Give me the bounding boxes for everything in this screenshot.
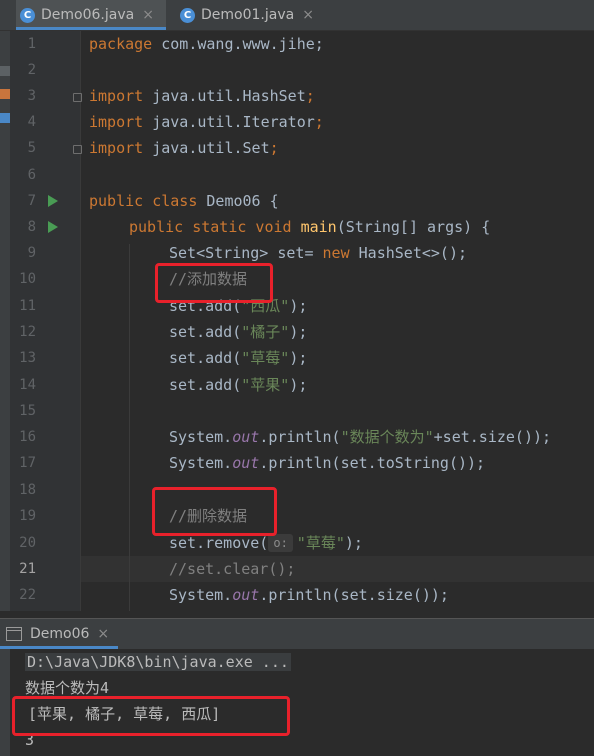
line-number: 10 bbox=[19, 271, 36, 287]
line-number: 12 bbox=[19, 324, 36, 340]
line-number: 16 bbox=[19, 429, 36, 445]
line-number: 9 bbox=[27, 245, 36, 261]
run-panel-header: Demo06 × bbox=[0, 618, 594, 649]
code-line-13: set.add("草莓"); bbox=[169, 349, 308, 367]
line-number: 8 bbox=[27, 219, 36, 235]
line-number: 3 bbox=[27, 88, 36, 104]
tab-demo01[interactable]: C Demo01.java × bbox=[176, 0, 326, 30]
line-number: 22 bbox=[19, 587, 36, 603]
line-number: 17 bbox=[19, 455, 36, 471]
close-icon[interactable]: × bbox=[97, 626, 109, 642]
code-line-16: System.out.println("数据个数为"+set.size()); bbox=[169, 428, 552, 446]
code-line-17: System.out.println(set.toString()); bbox=[169, 454, 486, 472]
line-number: 5 bbox=[27, 140, 36, 156]
line-number: 1 bbox=[27, 36, 36, 52]
console-line-command: D:\Java\JDK8\bin\java.exe ... bbox=[25, 653, 291, 671]
tab-label: Demo06.java bbox=[41, 7, 135, 23]
code-line-14: set.add("苹果"); bbox=[169, 376, 308, 394]
run-tab-demo06[interactable]: Demo06 × bbox=[0, 619, 109, 649]
line-number: 7 bbox=[27, 193, 36, 209]
code-line-22: System.out.println(set.size()); bbox=[169, 586, 449, 604]
code-line-1: package com.wang.www.jihe; bbox=[89, 35, 324, 53]
run-icon[interactable] bbox=[48, 195, 58, 207]
fold-icon[interactable] bbox=[73, 93, 82, 102]
line-number: 15 bbox=[19, 403, 36, 419]
console-toolbar bbox=[0, 649, 10, 756]
code-line-21-comment: //set.clear(); bbox=[169, 560, 296, 578]
code-line-8: public static void main(String[] args) { bbox=[129, 218, 491, 236]
java-class-icon: C bbox=[20, 7, 35, 23]
code-line-5: import java.util.Set; bbox=[89, 139, 279, 157]
line-number-current: 21 bbox=[19, 561, 36, 577]
folder-icon bbox=[0, 66, 10, 76]
line-number: 2 bbox=[27, 62, 36, 78]
close-icon[interactable]: × bbox=[142, 7, 154, 23]
active-tab-indicator bbox=[16, 27, 166, 30]
code-line-7: public class Demo06 { bbox=[89, 192, 279, 210]
file-icon bbox=[0, 89, 10, 99]
code-line-4: import java.util.Iterator; bbox=[89, 113, 324, 131]
run-tab-label: Demo06 bbox=[30, 626, 90, 642]
editor-tab-bar: C Demo06.java × C Demo01.java × bbox=[0, 0, 594, 31]
project-panel-edge[interactable] bbox=[0, 31, 10, 611]
fold-icon[interactable] bbox=[73, 145, 82, 154]
line-number: 18 bbox=[19, 482, 36, 498]
close-icon[interactable]: × bbox=[302, 7, 314, 23]
line-number: 13 bbox=[19, 350, 36, 366]
code-line-3: import java.util.HashSet; bbox=[89, 87, 315, 105]
line-number: 19 bbox=[19, 508, 36, 524]
line-number: 4 bbox=[27, 114, 36, 130]
tab-label: Demo01.java bbox=[201, 7, 295, 23]
highlight-box-add-comment bbox=[155, 263, 273, 303]
java-class-icon: C bbox=[180, 7, 195, 23]
parameter-hint: o: bbox=[268, 534, 293, 552]
line-number: 6 bbox=[27, 167, 36, 183]
line-number: 20 bbox=[19, 535, 36, 551]
line-number: 11 bbox=[19, 298, 36, 314]
line-number: 14 bbox=[19, 377, 36, 393]
file-icon bbox=[0, 113, 10, 123]
highlight-box-remove-comment bbox=[152, 487, 277, 536]
console-icon bbox=[6, 627, 22, 641]
run-icon[interactable] bbox=[48, 221, 58, 233]
code-line-12: set.add("橘子"); bbox=[169, 323, 308, 341]
current-line-highlight bbox=[81, 556, 594, 582]
indent-guide bbox=[129, 244, 130, 611]
highlight-box-output bbox=[12, 696, 290, 736]
tab-demo06[interactable]: C Demo06.java × bbox=[16, 0, 166, 30]
